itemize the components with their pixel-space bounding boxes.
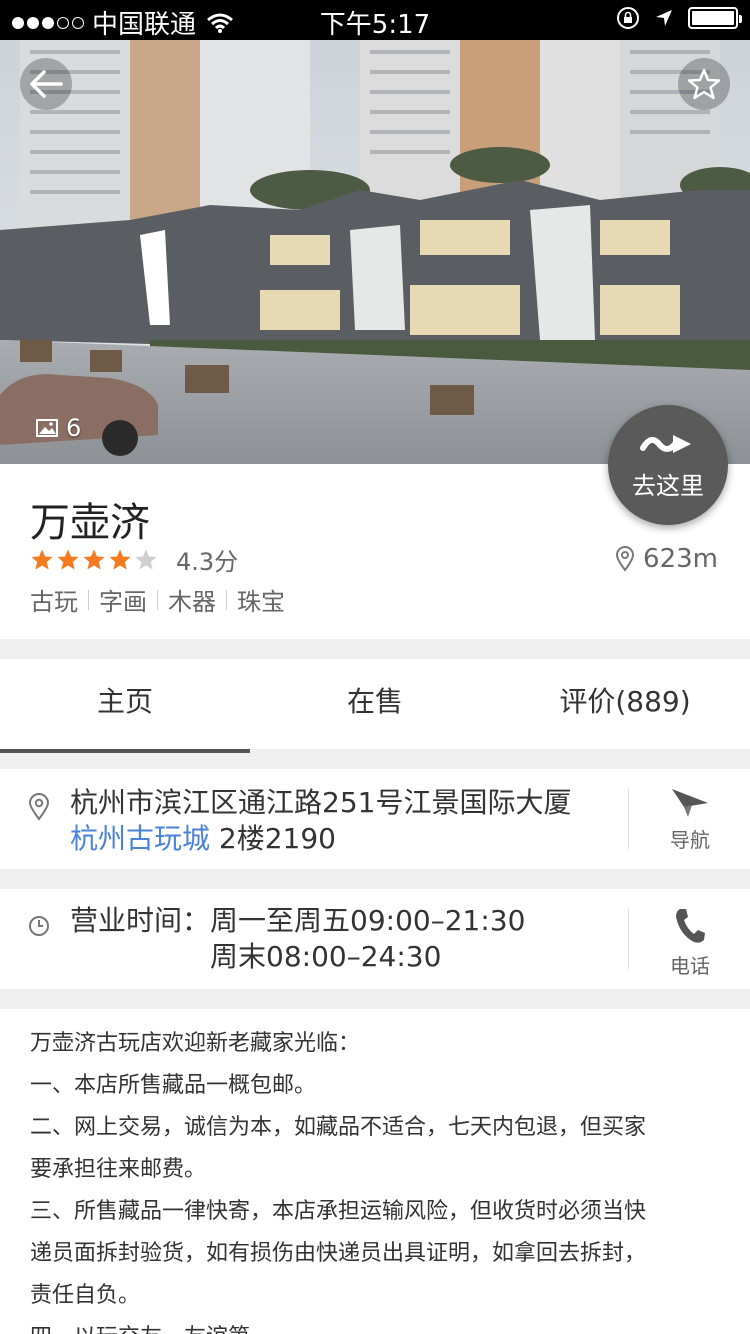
- address-text: 杭州市滨江区通江路251号江景国际大厦 杭州古玩城 2楼2190: [70, 785, 571, 857]
- star-filled-icon: [109, 549, 131, 569]
- go-here-label: 去这里: [632, 471, 704, 500]
- image-icon: [36, 419, 58, 437]
- status-bar: 中国联通 下午5:17: [0, 0, 750, 40]
- go-here-button[interactable]: 去这里: [608, 405, 728, 525]
- route-icon: [640, 434, 691, 453]
- star-filled-icon: [83, 549, 105, 569]
- description-line: 责任自负。: [30, 1283, 141, 1308]
- tag: 珠宝: [237, 588, 285, 616]
- tab-reviews[interactable]: 评价(889): [500, 659, 750, 749]
- navigate-label: 导航: [670, 828, 710, 852]
- tag: 字画: [99, 588, 147, 616]
- rating-stars: [30, 548, 158, 572]
- location-pin-icon: [616, 546, 635, 572]
- description-line: 三、所售藏品一律快寄，本店承担运输风险，但收货时必须当快: [30, 1199, 647, 1224]
- clock-icon: [29, 916, 49, 936]
- address-row: 杭州市滨江区通江路251号江景国际大厦 杭州古玩城 2楼2190 导航: [0, 769, 750, 869]
- description-line: 二、网上交易，诚信为本，如藏品不适合，七天内包退，但买家: [30, 1115, 647, 1140]
- tab-bar: 主页 在售 评价(889): [0, 659, 750, 753]
- arrow-left-icon: [30, 70, 63, 98]
- row-divider: [628, 789, 629, 849]
- call-label: 电话: [670, 954, 710, 978]
- hours-label: 营业时间：: [70, 904, 211, 937]
- hours-line1: 营业时间：周一至周五09:00–21:30: [70, 903, 525, 939]
- back-button[interactable]: [20, 58, 72, 110]
- distance-value: 623m: [643, 544, 718, 574]
- address-line2-rest: 2楼2190: [210, 822, 336, 855]
- hours-weekend: 周末08:00–24:30: [210, 940, 442, 973]
- address-line1: 杭州市滨江区通江路251号江景国际大厦: [70, 786, 572, 819]
- phone-icon: [676, 909, 705, 943]
- mall-link[interactable]: 杭州古玩城: [70, 822, 210, 855]
- tab-home[interactable]: 主页: [0, 659, 250, 753]
- hours-weekday: 周一至周五09:00–21:30: [210, 904, 526, 937]
- battery-icon: [688, 7, 742, 29]
- call-button[interactable]: 电话: [640, 907, 740, 979]
- tag-divider: [226, 589, 227, 610]
- tab-on-sale[interactable]: 在售: [250, 659, 500, 749]
- shop-rating: 4.3分: [30, 542, 238, 577]
- star-filled-icon: [31, 549, 53, 569]
- tag-divider: [157, 589, 158, 610]
- status-right: [616, 6, 742, 30]
- description-line: 递员面拆封验货，如有损伤由快递员出具证明，如拿回去拆封，: [30, 1241, 647, 1266]
- hero-photo[interactable]: 6: [0, 40, 750, 464]
- rating-score: 4.3分: [176, 548, 239, 576]
- description-line: 四、以玩交友，友谊第一。: [30, 1317, 725, 1334]
- hours-text: 营业时间：周一至周五09:00–21:30 周末08:00–24:30: [70, 903, 525, 975]
- address-line2: 杭州古玩城 2楼2190: [70, 821, 571, 857]
- shop-distance: 623m: [615, 544, 718, 574]
- shop-name: 万壶济: [30, 500, 150, 546]
- star-empty-icon: [135, 549, 157, 569]
- shop-building-photo: [0, 40, 750, 464]
- location-pin-icon: [28, 793, 50, 821]
- photo-count[interactable]: 6: [36, 414, 81, 442]
- navigate-button[interactable]: 导航: [640, 787, 740, 853]
- favorite-button[interactable]: [678, 58, 730, 110]
- row-divider: [628, 909, 629, 969]
- shop-tags: 古玩 字画 木器 珠宝: [30, 582, 285, 617]
- navigate-arrow-icon: [672, 789, 708, 817]
- star-filled-icon: [57, 549, 79, 569]
- tag-divider: [88, 589, 89, 610]
- hours-row: 营业时间：周一至周五09:00–21:30 周末08:00–24:30 电话: [0, 889, 750, 989]
- description-line: 万壶济古玩店欢迎新老藏家光临：: [30, 1031, 361, 1056]
- location-arrow-icon: [656, 10, 672, 26]
- description-line: 一、本店所售藏品一概包邮。: [30, 1073, 317, 1098]
- rotation-lock-icon: [617, 7, 639, 29]
- description-line: 要承担往来邮费。: [30, 1157, 207, 1182]
- shop-description: 万壶济古玩店欢迎新老藏家光临： 一、本店所售藏品一概包邮。 二、网上交易，诚信为…: [0, 1009, 750, 1334]
- star-outline-icon: [687, 68, 721, 100]
- tag: 木器: [168, 588, 216, 616]
- photo-count-value: 6: [66, 414, 82, 442]
- tag: 古玩: [30, 588, 78, 616]
